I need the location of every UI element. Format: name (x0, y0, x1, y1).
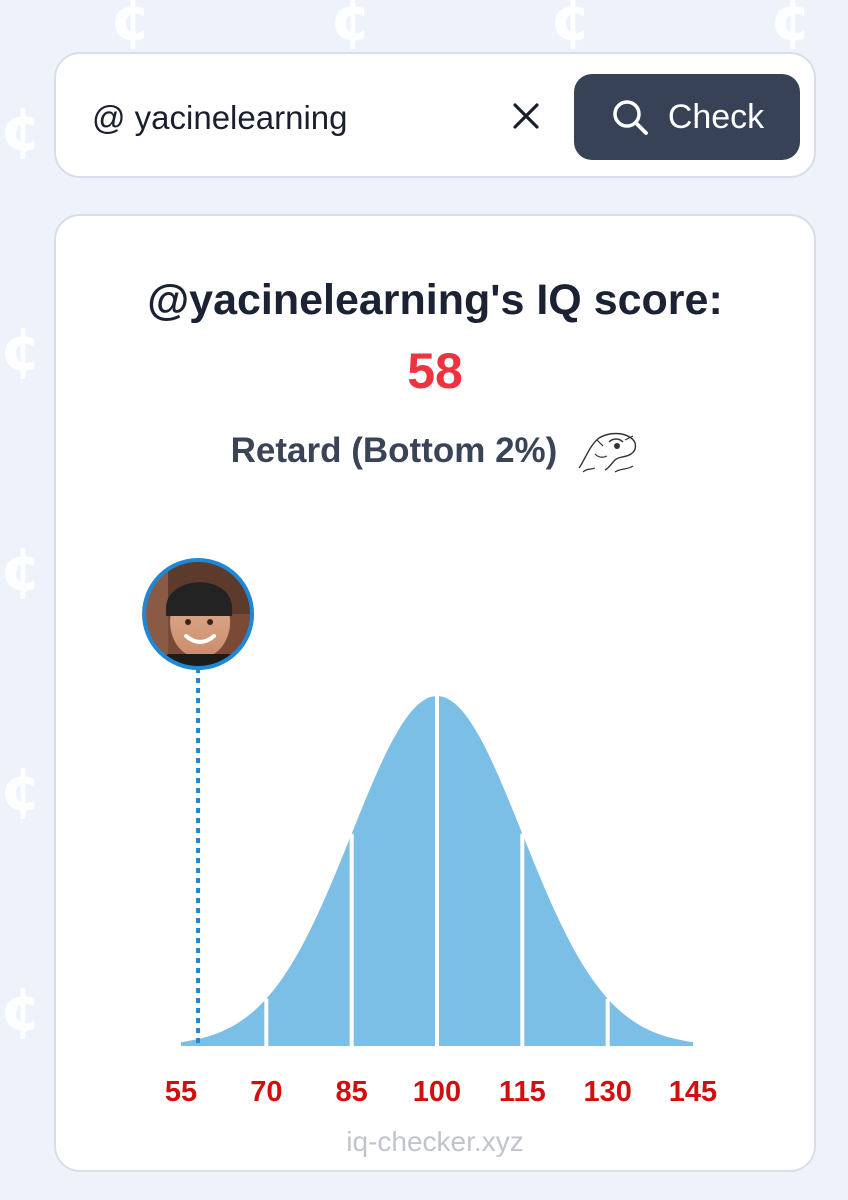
result-card: @yacinelearning's IQ score: 58 Retard (B… (54, 214, 816, 1172)
avatar (142, 558, 255, 670)
category-label: Retard (Bottom 2%) (230, 431, 558, 470)
clear-button[interactable] (504, 94, 548, 138)
search-icon (613, 100, 648, 135)
x-tick-label: 115 (499, 1076, 546, 1108)
x-tick-label: 85 (336, 1076, 368, 1108)
wojak-meme-icon (578, 432, 637, 473)
footer-site: iq-checker.xyz (346, 1126, 524, 1157)
iq-score: 58 (407, 343, 463, 399)
result-title: @yacinelearning's IQ score: (147, 276, 723, 324)
iq-distribution-chart: 55 70 85 100 115 130 145 (142, 558, 717, 1108)
x-tick-label: 55 (165, 1076, 197, 1108)
x-tick-label: 100 (413, 1076, 461, 1108)
x-tick-label: 145 (669, 1076, 717, 1108)
search-bar: Check (54, 52, 816, 178)
category-row: Retard (Bottom 2%) (56, 428, 814, 474)
check-button-label: Check (667, 97, 765, 136)
x-tick-label: 70 (250, 1076, 282, 1108)
x-tick-label: 130 (583, 1076, 631, 1108)
username-input[interactable] (92, 92, 472, 144)
close-icon (513, 103, 539, 129)
check-button[interactable]: Check (574, 74, 800, 160)
